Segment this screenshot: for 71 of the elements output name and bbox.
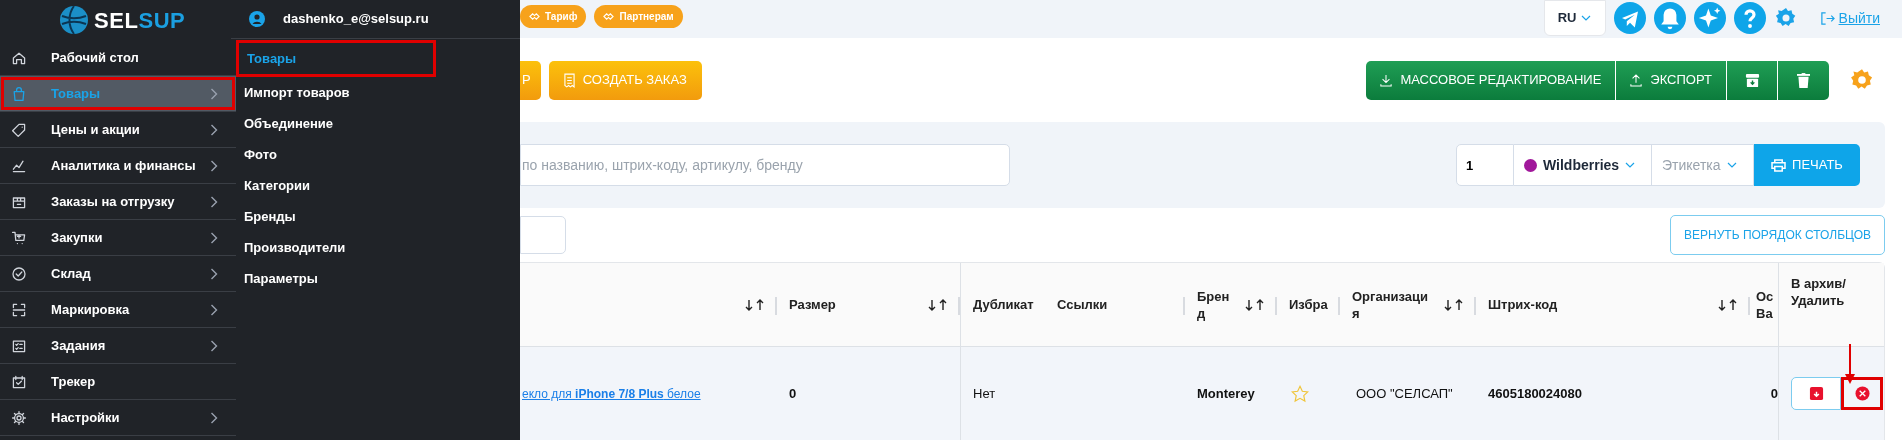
user-email: dashenko_e@selsup.ru <box>283 10 429 29</box>
export-button[interactable]: ЭКСПОРТ <box>1616 60 1726 100</box>
delete-button[interactable] <box>1778 60 1829 100</box>
table-cell-text: Monterey <box>1197 384 1255 403</box>
tag-icon <box>11 121 27 138</box>
archive-row-button[interactable] <box>1791 377 1841 410</box>
chevron-down-icon <box>1581 15 1592 21</box>
column-header[interactable]: Ос Ва <box>1756 287 1776 322</box>
column-header[interactable]: Бренд <box>1197 287 1233 322</box>
table-cell-text: 0 <box>789 384 797 403</box>
logo-text: SELSUP <box>94 6 186 35</box>
logout-icon <box>1819 10 1835 26</box>
sparkles-icon[interactable] <box>1693 2 1726 34</box>
shopping-bag-icon <box>11 85 27 102</box>
submenu-item[interactable]: Фото <box>236 139 436 170</box>
chevron-down-icon <box>1726 162 1737 168</box>
language-select[interactable]: RU <box>1543 0 1606 36</box>
help-icon[interactable] <box>1733 2 1766 34</box>
settings-icon <box>11 409 27 426</box>
sidebar-item[interactable]: Заказы на отгрузку <box>0 184 236 220</box>
archive-icon <box>1744 72 1760 88</box>
submenu-item[interactable]: Категории <box>236 170 436 201</box>
submenu-item[interactable]: Параметры <box>236 263 436 294</box>
submenu-item[interactable]: Импорт товаров <box>236 77 436 108</box>
trash-icon <box>1797 72 1810 88</box>
column-header[interactable]: Организация <box>1352 287 1432 322</box>
chevron-down-icon <box>1625 162 1636 168</box>
sort-arrows-icon[interactable] <box>928 298 948 311</box>
telegram-icon[interactable] <box>1613 2 1646 34</box>
bulk-edit-button[interactable]: МАССОВОЕ РЕДАКТИРОВАНИЕ <box>1366 60 1616 100</box>
column-header[interactable]: Размер <box>789 296 836 313</box>
marketplace-select[interactable]: Wildberries <box>1514 144 1652 186</box>
printer-icon <box>1771 158 1787 172</box>
favorite-star-icon[interactable] <box>1291 384 1309 403</box>
annotation-arrow <box>1845 344 1855 384</box>
table-cell-text: ООО "СЕЛСАП" <box>1355 384 1453 403</box>
marketplace-logo-icon <box>1524 158 1537 172</box>
sort-arrows-icon[interactable] <box>1444 298 1464 311</box>
notifications-icon[interactable] <box>1653 2 1686 34</box>
cart-icon <box>11 229 27 246</box>
submenu-item[interactable]: Производители <box>236 232 436 263</box>
sort-arrows-icon[interactable] <box>1245 298 1265 311</box>
input-field[interactable] <box>520 216 566 254</box>
product-link[interactable]: екло для iPhone 7/8 Plus белое <box>522 384 701 403</box>
submenu-item[interactable]: Бренды <box>236 201 436 232</box>
scan-frame-icon <box>11 301 27 318</box>
sort-arrows-icon[interactable] <box>1718 298 1738 311</box>
check-circle-icon <box>11 265 27 282</box>
quantity-field[interactable]: 1 <box>1456 144 1514 186</box>
column-header[interactable]: Штрих-код <box>1488 296 1558 313</box>
column-header[interactable]: Дубликат <box>973 296 1034 313</box>
search-field[interactable]: по названию, штрих-коду, артикулу, бренду <box>520 144 1010 186</box>
column-header[interactable]: Избра <box>1289 296 1329 313</box>
submenu-item[interactable]: Объединение <box>236 108 436 139</box>
archive-icon <box>1808 386 1824 401</box>
upload-icon <box>1630 73 1643 87</box>
close-icon <box>1854 386 1870 401</box>
table-cell-text: 0 <box>1770 384 1778 403</box>
submenu-item[interactable]: Товары <box>236 40 436 77</box>
table-cell-text: Нет <box>973 384 996 403</box>
archive-button[interactable] <box>1727 60 1777 100</box>
column-header[interactable]: В архив/ Удалить <box>1791 275 1881 309</box>
download-icon <box>1380 73 1393 87</box>
column-header[interactable]: Ссылки <box>1057 296 1108 313</box>
sidebar-item[interactable]: Настройки <box>0 400 236 436</box>
user-avatar-icon <box>249 11 265 27</box>
globe-logo-icon <box>58 4 90 36</box>
calendar-check-icon <box>11 373 27 390</box>
delete-row-button[interactable] <box>1841 377 1883 410</box>
table-cell-text: 4605180024080 <box>1488 384 1582 403</box>
sort-arrows-icon[interactable] <box>745 298 765 311</box>
